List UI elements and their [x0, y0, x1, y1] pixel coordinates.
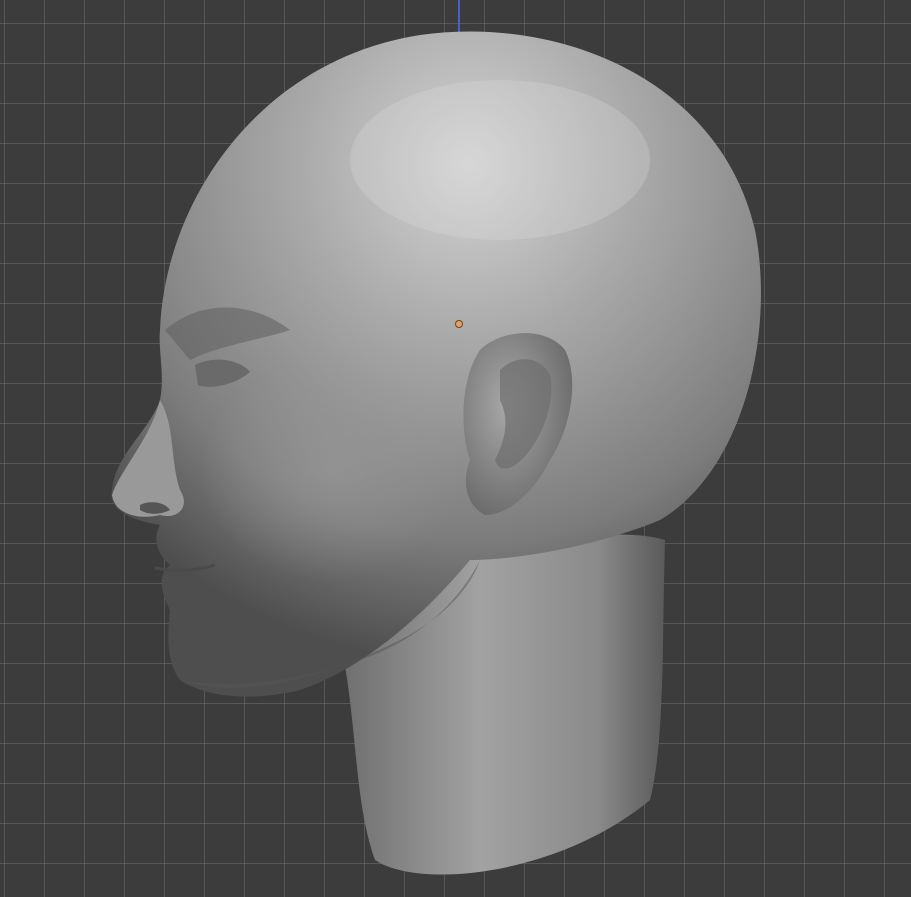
cheek-highlight [200, 360, 460, 580]
object-origin-dot[interactable] [455, 320, 463, 328]
3d-viewport[interactable] [0, 0, 911, 897]
head-sculpt-model[interactable] [0, 0, 911, 897]
skull-highlight [350, 80, 650, 240]
